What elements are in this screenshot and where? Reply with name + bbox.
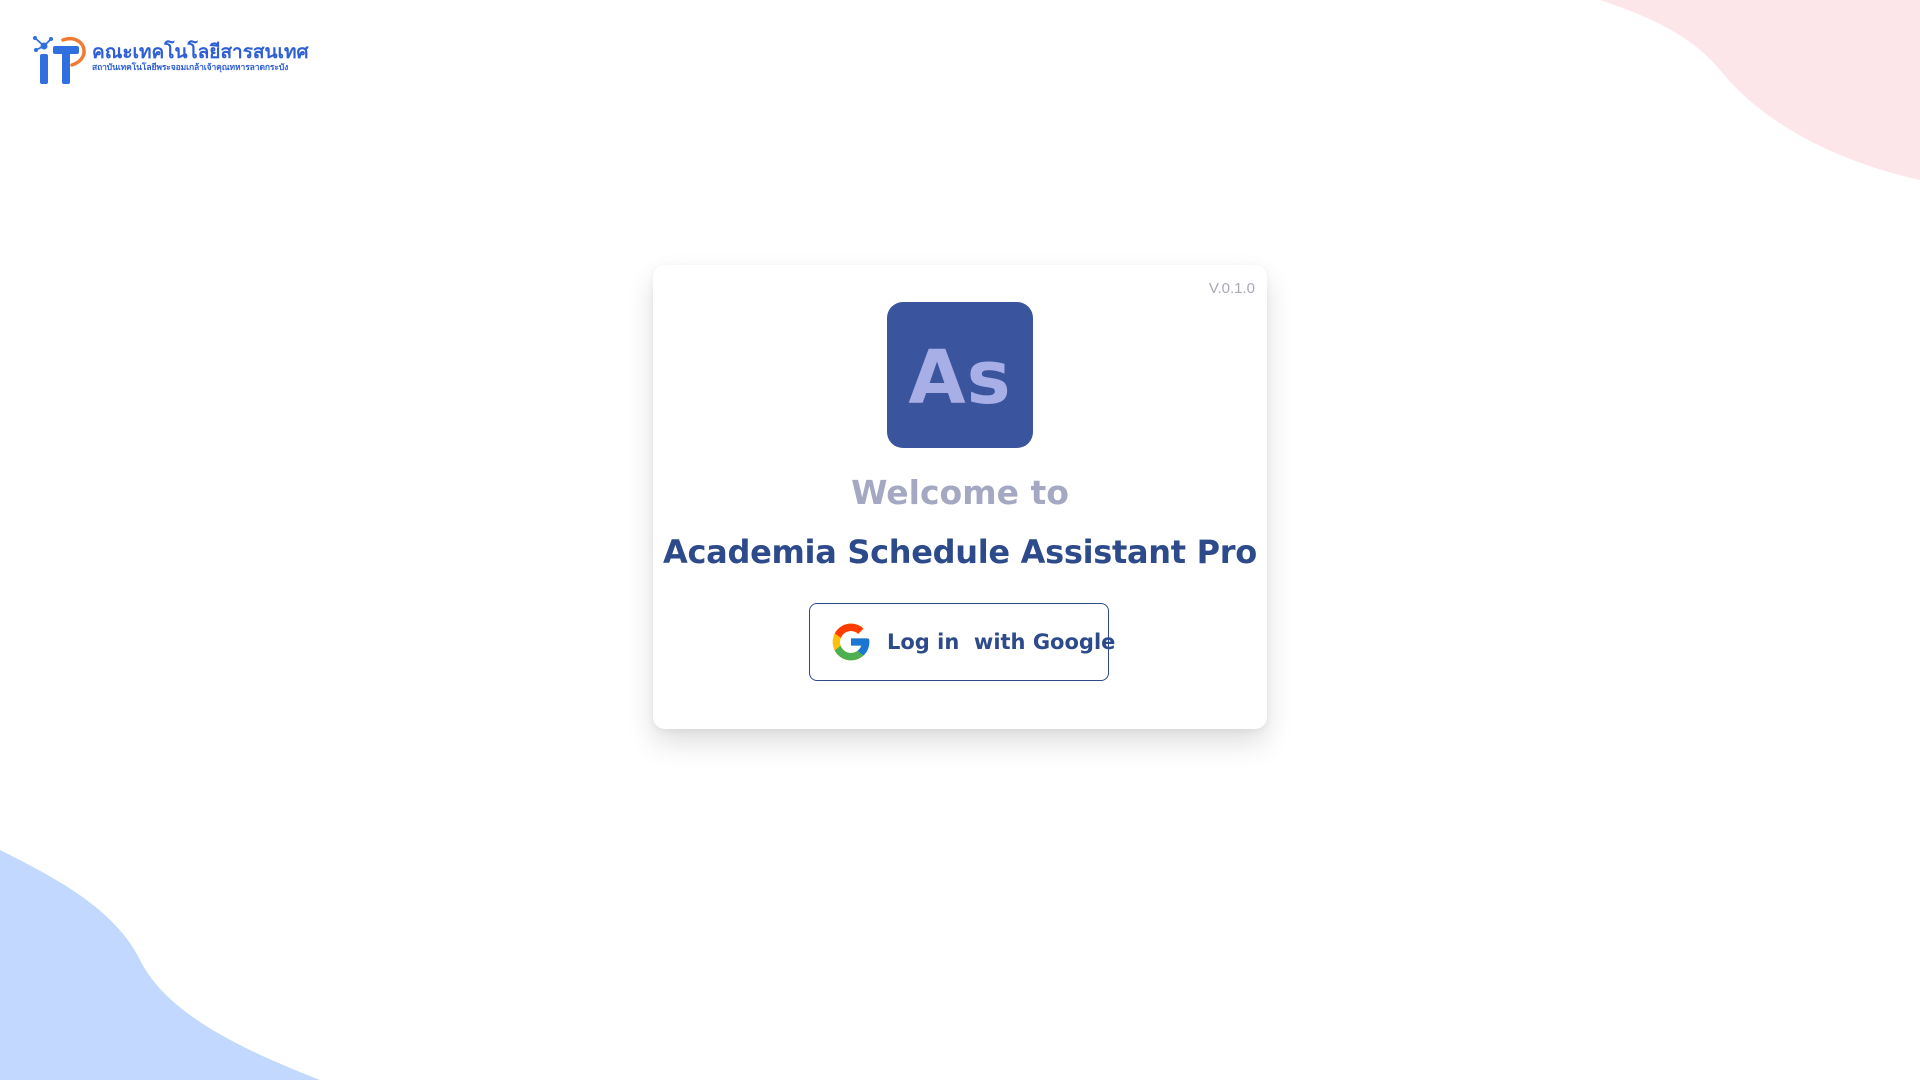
version-label: V.0.1.0 <box>1208 280 1255 297</box>
google-icon <box>832 623 870 661</box>
decorative-blob-bottom-left <box>0 850 320 1080</box>
it-faculty-logo-icon <box>33 36 86 84</box>
institute-name: สถาบันเทคโนโลยีพระจอมเกล้าเจ้าคุณทหารลาด… <box>92 63 289 73</box>
login-card: V.0.1.0 As Welcome to Academia Schedule … <box>653 265 1267 729</box>
welcome-text: Welcome to <box>851 473 1069 512</box>
google-login-label: Log in with Google <box>887 630 1116 654</box>
decorative-blob-top-right <box>1600 0 1920 180</box>
app-name-title: Academia Schedule Assistant Pro <box>663 533 1257 571</box>
google-login-button[interactable]: Log in with Google <box>809 603 1115 681</box>
faculty-logo: คณะเทคโนโลยีสารสนเทศ สถาบันเทคโนโลยีพระจ… <box>32 32 309 88</box>
faculty-logo-text: คณะเทคโนโลยีสารสนเทศ สถาบันเทคโนโลยีพระจ… <box>92 41 309 74</box>
app-logo-text: As <box>908 335 1012 421</box>
faculty-title: คณะเทคโนโลยีสารสนเทศ <box>92 41 309 63</box>
login-page: คณะเทคโนโลยีสารสนเทศ สถาบันเทคโนโลยีพระจ… <box>0 0 1920 1080</box>
app-logo-icon: As <box>887 302 1033 448</box>
